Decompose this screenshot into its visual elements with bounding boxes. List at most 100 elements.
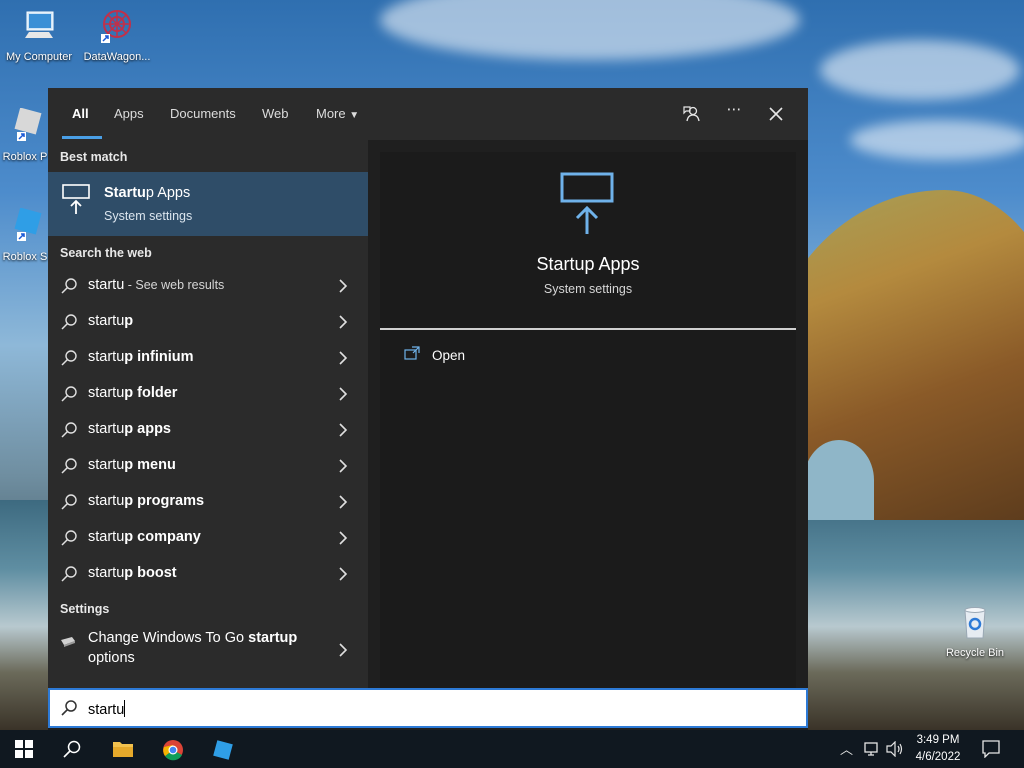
web-result-text: startu - See web results — [88, 277, 225, 293]
web-result-row[interactable]: startup boost — [48, 556, 368, 592]
search-box[interactable]: startu — [48, 688, 808, 728]
windows-logo-icon — [15, 740, 33, 758]
web-result-text: startup company — [88, 529, 201, 545]
chevron-right-icon — [339, 459, 348, 473]
chevron-right-icon — [339, 351, 348, 365]
search-icon — [61, 386, 77, 402]
section-search-web: Search the web — [60, 246, 152, 260]
chevron-right-icon — [339, 315, 348, 329]
taskbar-roblox-studio[interactable] — [198, 730, 246, 768]
best-match-subtitle: System settings — [104, 209, 193, 223]
computer-icon — [25, 11, 54, 38]
web-result-text: startup folder — [88, 385, 178, 401]
active-tab-indicator — [62, 136, 102, 139]
desktop-icon-label: DataWagon... — [83, 51, 151, 63]
chevron-up-icon[interactable]: ︿ — [840, 739, 853, 758]
taskbar-file-explorer[interactable] — [98, 730, 146, 768]
clock-time: 3:49 PM — [916, 734, 960, 746]
more-options-icon[interactable]: ⋯ — [724, 100, 744, 120]
web-result-text: startup menu — [88, 457, 176, 473]
search-icon — [61, 458, 77, 474]
settings-result-windows-to-go[interactable]: Change Windows To Go startup options — [48, 624, 368, 676]
web-result-row[interactable]: startup programs — [48, 484, 368, 520]
clock-date: 4/6/2022 — [915, 751, 961, 763]
startup-apps-icon — [62, 184, 90, 214]
best-match-title: Startup Apps — [104, 185, 191, 201]
taskbar-search-button[interactable] — [48, 730, 96, 768]
best-match-result[interactable]: Startup Apps System settings — [48, 172, 368, 236]
web-result-row[interactable]: startu - See web results — [48, 268, 368, 304]
desktop-icon-recycle-bin[interactable]: Recycle Bin — [936, 604, 1014, 659]
chevron-right-icon — [339, 279, 348, 293]
preview-title: Startup Apps — [536, 254, 640, 274]
taskbar: ︿ 3:49 PM 4/6/2022 — [0, 730, 1024, 768]
web-result-text: startup infinium — [88, 349, 194, 365]
open-action[interactable]: Open — [400, 346, 466, 363]
web-result-row[interactable]: startup folder — [48, 376, 368, 412]
web-result-text: startup boost — [88, 565, 177, 581]
web-result-text: startup apps — [88, 421, 171, 437]
chevron-right-icon — [339, 567, 348, 581]
chevron-right-icon — [339, 643, 348, 657]
chevron-right-icon — [339, 531, 348, 545]
web-result-row[interactable]: startup infinium — [48, 340, 368, 376]
tab-apps[interactable]: Apps — [114, 106, 144, 121]
web-result-row[interactable]: startup apps — [48, 412, 368, 448]
search-icon — [61, 530, 77, 546]
system-clock[interactable]: 3:49 PM 4/6/2022 — [908, 732, 968, 766]
chrome-icon — [163, 740, 183, 761]
web-result-row[interactable]: startup company — [48, 520, 368, 556]
usb-drive-icon — [61, 637, 75, 647]
desktop-icon-label: Recycle Bin — [945, 647, 1005, 659]
desktop-icon-datawagon[interactable]: DataWagon... — [78, 8, 156, 63]
search-icon — [61, 566, 77, 582]
recycle-bin-icon — [964, 607, 986, 639]
tab-more-label: More — [316, 106, 346, 121]
close-icon[interactable] — [766, 104, 786, 124]
tab-all[interactable]: All — [72, 106, 89, 121]
settings-result-line2: options — [88, 650, 135, 666]
open-label: Open — [432, 348, 466, 363]
web-result-text: startup — [88, 313, 134, 329]
desktop-icon-my-computer[interactable]: My Computer — [0, 8, 78, 63]
datawagon-icon — [101, 10, 131, 43]
start-button[interactable] — [0, 730, 48, 768]
search-icon — [63, 740, 81, 758]
web-result-row[interactable]: startup menu — [48, 448, 368, 484]
volume-icon[interactable] — [886, 741, 904, 757]
start-search-panel: All Apps Documents Web More ▼ ⋯ Best mat… — [48, 88, 808, 730]
results-list: Best match Startup Apps System settings … — [48, 140, 368, 688]
chevron-right-icon — [339, 495, 348, 509]
search-icon — [61, 422, 77, 438]
notifications-icon[interactable] — [982, 740, 1000, 758]
search-icon — [61, 494, 77, 510]
feedback-icon[interactable] — [682, 104, 702, 124]
tab-web[interactable]: Web — [262, 106, 289, 121]
caret-down-icon: ▼ — [349, 110, 360, 121]
section-settings: Settings — [60, 602, 110, 616]
section-best-match: Best match — [60, 150, 128, 164]
folder-icon — [113, 742, 133, 757]
desktop-icon-label: My Computer — [5, 51, 73, 63]
preview-divider — [380, 328, 796, 330]
chevron-right-icon — [339, 423, 348, 437]
roblox-studio-icon — [213, 740, 233, 760]
preview-subtitle: System settings — [543, 282, 633, 296]
roblox-icon — [14, 107, 42, 141]
search-input[interactable]: startu — [88, 700, 126, 718]
taskbar-chrome[interactable] — [148, 730, 196, 768]
search-icon — [61, 278, 77, 294]
roblox-studio-icon — [14, 207, 42, 241]
search-icon — [61, 314, 77, 330]
web-result-text: startup programs — [88, 493, 205, 509]
tab-more[interactable]: More ▼ — [316, 106, 359, 121]
text-caret — [124, 700, 126, 717]
tab-documents[interactable]: Documents — [170, 106, 236, 121]
preview-pane: Startup Apps System settings Open — [380, 152, 796, 688]
settings-result-line1: Change Windows To Go startup — [88, 630, 298, 646]
chevron-right-icon — [339, 387, 348, 401]
network-icon[interactable] — [864, 741, 882, 757]
web-result-row[interactable]: startup — [48, 304, 368, 340]
search-tabs: All Apps Documents Web More ▼ ⋯ — [48, 88, 808, 140]
open-icon — [404, 346, 420, 360]
